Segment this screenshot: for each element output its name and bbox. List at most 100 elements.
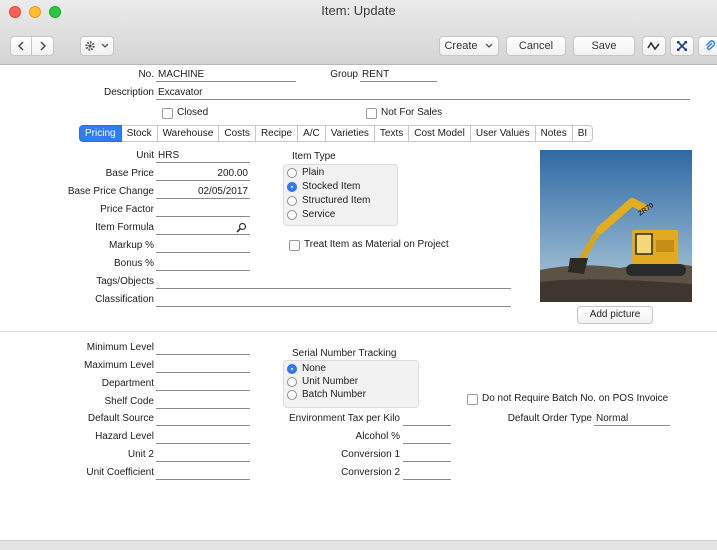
item-picture[interactable]: ZR70 xyxy=(540,150,692,302)
maximum-level-field[interactable] xyxy=(156,360,250,373)
minimum-level-label: Minimum Level xyxy=(86,342,154,353)
item-update-window: Item: Update Create Cancel Save No. MACH… xyxy=(0,0,717,550)
hazard-level-field[interactable] xyxy=(156,431,250,444)
minimum-level-field[interactable] xyxy=(156,342,250,355)
base-price-change-label: Base Price Change xyxy=(67,186,154,197)
description-field[interactable]: Excavator xyxy=(156,87,690,100)
maximum-level-label: Maximum Level xyxy=(83,360,154,371)
default-source-label: Default Source xyxy=(87,413,154,424)
department-label: Department xyxy=(101,378,154,389)
environment-tax-field[interactable] xyxy=(403,413,451,426)
department-field[interactable] xyxy=(156,378,250,391)
serial-tracking-radio-unit-number[interactable] xyxy=(287,377,297,387)
tab-user-values[interactable]: User Values xyxy=(470,125,536,142)
bonus-label: Bonus % xyxy=(113,258,154,269)
treat-as-material-label: Treat Item as Material on Project xyxy=(304,239,449,250)
unit-coefficient-label: Unit Coefficient xyxy=(86,467,154,478)
environment-tax-label: Environment Tax per Kilo xyxy=(289,413,400,424)
classification-label: Classification xyxy=(95,294,154,305)
serial-tracking-radio-none[interactable] xyxy=(287,364,297,374)
tab-a-c[interactable]: A/C xyxy=(298,125,326,142)
classification-field[interactable] xyxy=(156,294,511,307)
base-price-label: Base Price xyxy=(105,168,154,179)
conversion1-field[interactable] xyxy=(403,449,451,462)
no-batch-pos-label: Do not Require Batch No. on POS Invoice xyxy=(482,393,669,404)
no-batch-pos-checkbox[interactable] xyxy=(467,394,478,405)
window-toolbar: Item: Update Create Cancel Save xyxy=(0,0,717,65)
no-label: No. xyxy=(138,69,154,80)
item-type-radio-plain[interactable] xyxy=(287,168,297,178)
bonus-field[interactable] xyxy=(156,258,250,271)
tab-bi[interactable]: BI xyxy=(572,125,594,142)
serial-tracking-option-label: None xyxy=(302,363,326,374)
chevron-down-icon xyxy=(101,43,109,48)
tab-texts[interactable]: Texts xyxy=(374,125,410,142)
default-order-type-label: Default Order Type xyxy=(507,413,592,424)
back-button[interactable] xyxy=(10,36,32,56)
create-button[interactable]: Create xyxy=(439,36,499,56)
no-field[interactable]: MACHINE xyxy=(156,69,296,82)
save-button[interactable]: Save xyxy=(573,36,635,56)
chevron-right-icon xyxy=(40,41,46,51)
expand-icon xyxy=(677,41,687,51)
cancel-button[interactable]: Cancel xyxy=(506,36,566,56)
tab-varieties[interactable]: Varieties xyxy=(325,125,375,142)
closed-checkbox[interactable] xyxy=(162,108,173,119)
serial-tracking-option-label: Batch Number xyxy=(302,389,366,400)
shelf-code-field[interactable] xyxy=(156,396,250,409)
activity-button[interactable] xyxy=(642,36,666,56)
tab-stock[interactable]: Stock xyxy=(121,125,158,142)
unit2-label: Unit 2 xyxy=(127,449,154,460)
serial-tracking-title: Serial Number Tracking xyxy=(292,348,397,359)
alcohol-field[interactable] xyxy=(403,431,451,444)
conversion2-field[interactable] xyxy=(403,467,451,480)
formula-lookup-icon[interactable] xyxy=(236,222,247,233)
description-label: Description xyxy=(103,87,154,98)
item-formula-label: Item Formula xyxy=(95,222,154,233)
base-price-change-field[interactable]: 02/05/2017 xyxy=(156,186,250,199)
unit2-field[interactable] xyxy=(156,449,250,462)
operations-menu-button[interactable] xyxy=(80,36,114,56)
section-divider xyxy=(0,331,717,332)
activity-icon xyxy=(647,41,660,51)
tab-notes[interactable]: Notes xyxy=(535,125,573,142)
item-type-radio-structured-item[interactable] xyxy=(287,196,297,206)
add-picture-button[interactable]: Add picture xyxy=(577,306,653,324)
item-type-option-label: Structured Item xyxy=(302,195,371,206)
chevron-down-icon xyxy=(485,43,492,48)
unit-coefficient-field[interactable] xyxy=(156,467,250,480)
tags-objects-label: Tags/Objects xyxy=(96,276,154,287)
price-factor-field[interactable] xyxy=(156,204,250,217)
tab-recipe[interactable]: Recipe xyxy=(255,125,299,142)
treat-as-material-checkbox[interactable] xyxy=(289,240,300,251)
unit-field[interactable]: HRS xyxy=(156,150,250,163)
item-type-radio-stocked-item[interactable] xyxy=(287,182,297,192)
tab-pricing[interactable]: Pricing xyxy=(79,125,122,142)
attachments-button[interactable] xyxy=(698,36,717,56)
shelf-code-label: Shelf Code xyxy=(104,396,154,407)
base-price-field[interactable]: 200.00 xyxy=(156,168,250,181)
hazard-level-label: Hazard Level xyxy=(95,431,154,442)
conversion2-label: Conversion 2 xyxy=(341,467,400,478)
expand-button[interactable] xyxy=(670,36,694,56)
group-field[interactable]: RENT xyxy=(360,69,437,82)
tab-warehouse[interactable]: Warehouse xyxy=(157,125,220,142)
price-factor-label: Price Factor xyxy=(100,204,154,215)
tags-objects-field[interactable] xyxy=(156,276,511,289)
alcohol-label: Alcohol % xyxy=(355,431,400,442)
item-type-radio-service[interactable] xyxy=(287,210,297,220)
tab-cost-model[interactable]: Cost Model xyxy=(409,125,471,142)
forward-button[interactable] xyxy=(32,36,54,56)
default-order-type-field[interactable]: Normal xyxy=(594,413,670,426)
not-for-sales-label: Not For Sales xyxy=(381,107,443,118)
unit-label: Unit xyxy=(136,150,154,161)
status-bar xyxy=(0,540,717,550)
window-title: Item: Update xyxy=(321,3,396,18)
not-for-sales-checkbox[interactable] xyxy=(366,108,377,119)
tab-costs[interactable]: Costs xyxy=(219,125,256,142)
serial-tracking-radio-batch-number[interactable] xyxy=(287,390,297,400)
default-source-field[interactable] xyxy=(156,413,250,426)
markup-field[interactable] xyxy=(156,240,250,253)
create-label: Create xyxy=(444,40,478,52)
excavator-image: ZR70 xyxy=(540,150,692,302)
